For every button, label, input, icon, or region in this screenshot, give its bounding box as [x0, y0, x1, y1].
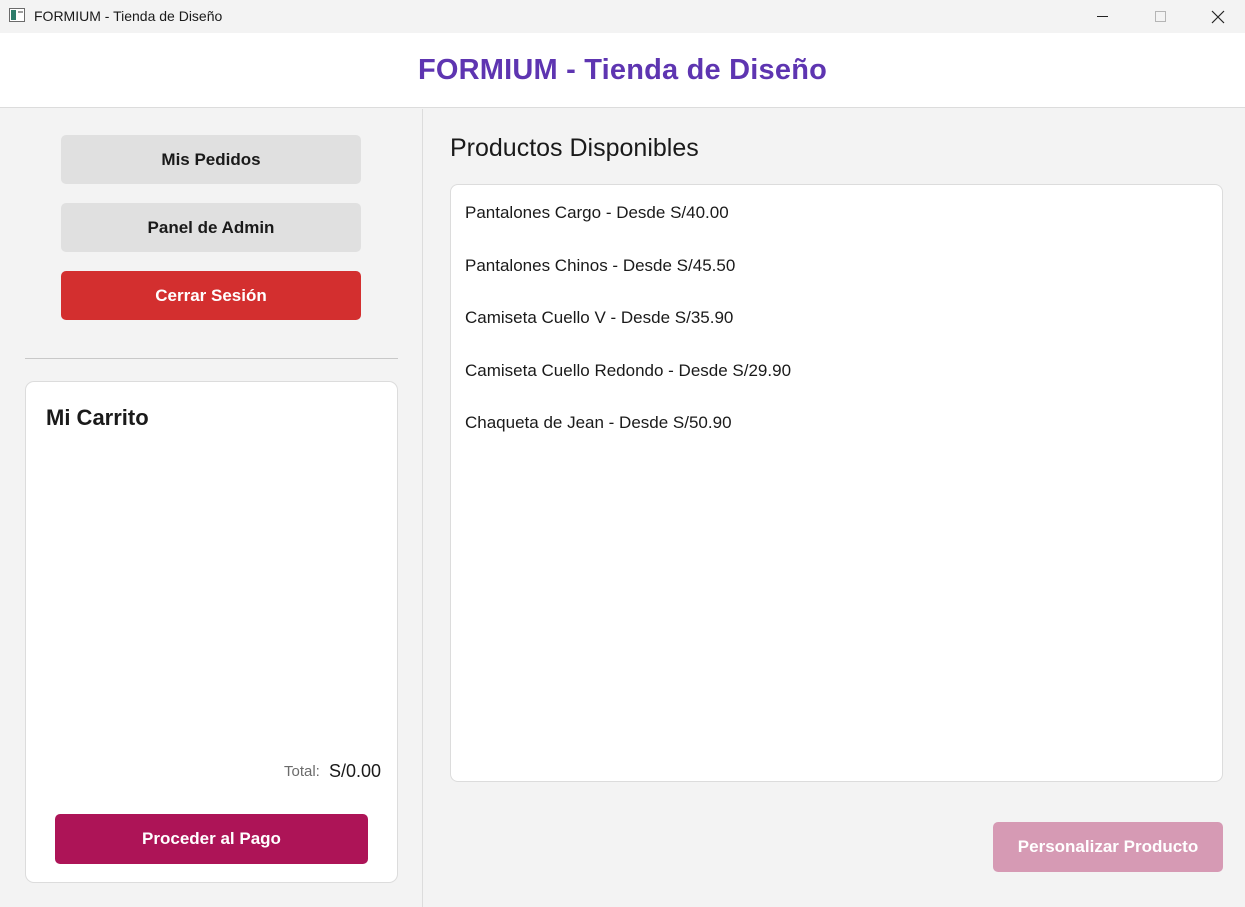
customize-product-button[interactable]: Personalizar Producto: [993, 822, 1223, 872]
app-header: FORMIUM - Tienda de Diseño: [0, 33, 1245, 108]
list-item[interactable]: Pantalones Chinos - Desde S/45.50: [451, 249, 1222, 302]
list-item[interactable]: Pantalones Cargo - Desde S/40.00: [451, 196, 1222, 249]
checkout-button[interactable]: Proceder al Pago: [55, 814, 368, 864]
cart-panel: Mi Carrito Total: S/0.00 Proceder al Pag…: [25, 381, 398, 883]
app-icon: [9, 8, 25, 22]
products-heading: Productos Disponibles: [450, 134, 699, 162]
logout-button[interactable]: Cerrar Sesión: [61, 271, 361, 320]
cart-total-label: Total:: [284, 763, 320, 780]
list-item[interactable]: Camiseta Cuello Redondo - Desde S/29.90: [451, 354, 1222, 407]
window-title: FORMIUM - Tienda de Diseño: [34, 8, 223, 24]
list-item[interactable]: Chaqueta de Jean - Desde S/50.90: [451, 406, 1222, 459]
cart-title: Mi Carrito: [46, 405, 149, 430]
cart-total-value: S/0.00: [329, 761, 382, 781]
maximize-icon: [1154, 11, 1166, 22]
minimize-button[interactable]: [1073, 0, 1131, 33]
close-button[interactable]: [1189, 0, 1245, 33]
sidebar-divider: [25, 358, 398, 359]
list-item[interactable]: Camiseta Cuello V - Desde S/35.90: [451, 301, 1222, 354]
admin-panel-button[interactable]: Panel de Admin: [61, 203, 361, 252]
maximize-button[interactable]: [1131, 0, 1189, 33]
page-title: FORMIUM - Tienda de Diseño: [417, 53, 828, 86]
product-list[interactable]: Pantalones Cargo - Desde S/40.00 Pantalo…: [450, 184, 1223, 782]
sidebar: Mis Pedidos Panel de Admin Cerrar Sesión…: [0, 109, 423, 907]
close-icon: [1211, 10, 1225, 23]
window-titlebar: FORMIUM - Tienda de Diseño: [0, 0, 1245, 33]
minimize-icon: [1096, 16, 1108, 17]
my-orders-button[interactable]: Mis Pedidos: [61, 135, 361, 184]
